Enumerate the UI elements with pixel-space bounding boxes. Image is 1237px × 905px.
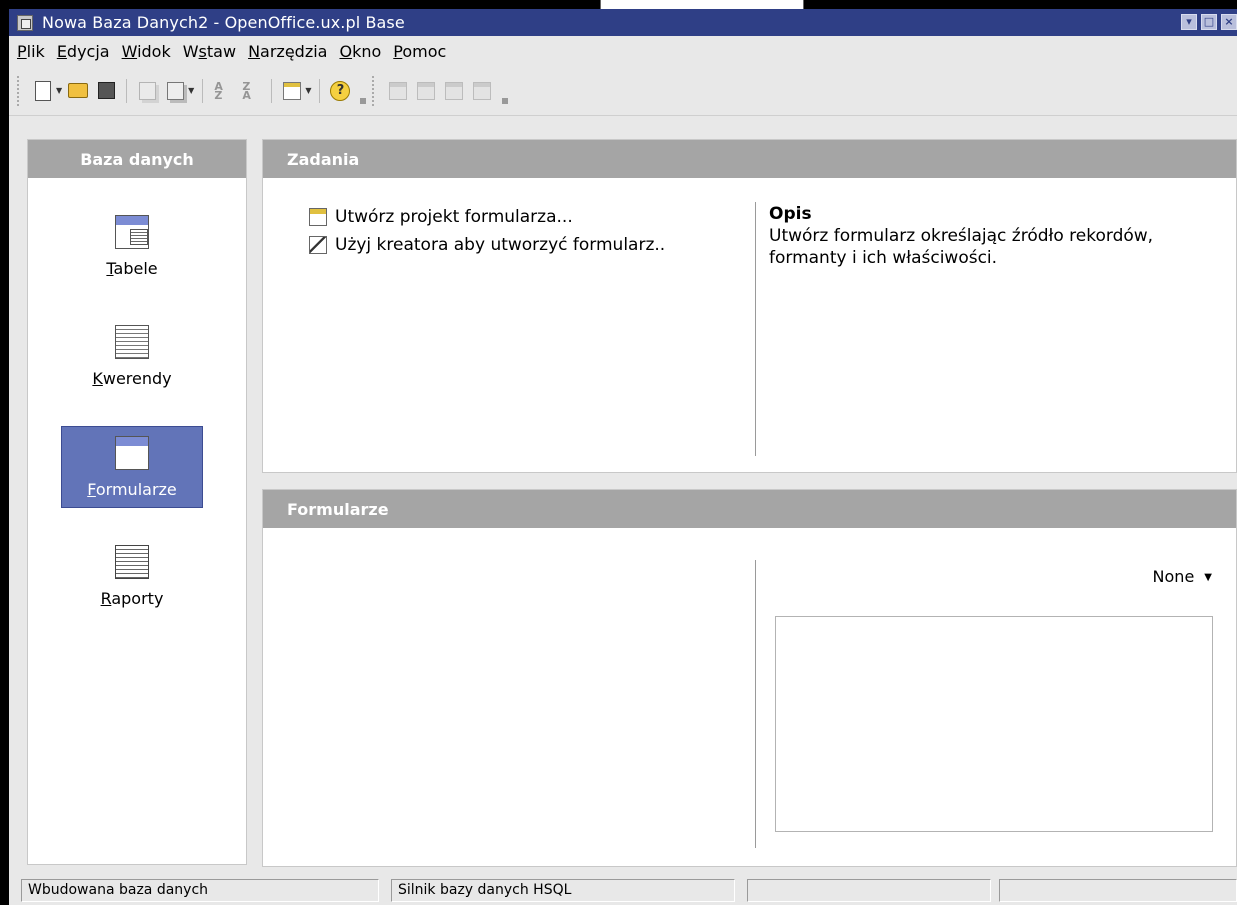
preview-select-value: None <box>1152 567 1195 586</box>
sort-ascending-icon[interactable]: AZ <box>212 80 234 102</box>
screen-top-edge <box>0 0 1237 9</box>
copy-icon[interactable] <box>136 80 158 102</box>
toolbar-separator <box>202 78 204 103</box>
app-icon[interactable] <box>17 14 33 31</box>
status-bar: Wbudowana baza danych Silnik bazy danych… <box>9 876 1237 905</box>
save-icon[interactable] <box>95 80 117 102</box>
paste-icon[interactable] <box>164 80 186 102</box>
form-view-icon[interactable] <box>415 80 437 102</box>
sort-descending-icon[interactable]: ZA <box>240 80 262 102</box>
app-window: Nowa Baza Danych2 - OpenOffice.ux.pl Bas… <box>9 9 1237 905</box>
task-list: Utwórz projekt formularza... Użyj kreato… <box>309 203 665 259</box>
description-text: Utwórz formularz określając źródło rekor… <box>769 226 1154 268</box>
task-label: Utwórz projekt formularza... <box>335 207 573 227</box>
description-title: Opis <box>769 204 812 224</box>
menu-plik[interactable]: Plik <box>11 42 51 61</box>
sidebar-item-queries[interactable]: Kwerendy <box>61 314 203 396</box>
sidebar-item-tables[interactable]: Tabele <box>61 204 203 286</box>
toolbar-separator <box>126 78 128 103</box>
tables-icon <box>115 215 149 249</box>
menu-okno[interactable]: Okno <box>333 42 387 61</box>
open-folder-icon[interactable] <box>67 80 89 102</box>
toolbar-grip[interactable] <box>372 75 376 106</box>
status-cell-empty <box>999 879 1237 902</box>
status-database-type: Wbudowana baza danych <box>21 879 379 902</box>
database-sidebar: Baza danych Tabele Kwerendy Formularze R… <box>27 139 247 865</box>
status-database-engine: Silnik bazy danych HSQL <box>391 879 735 902</box>
paste-dropdown-arrow[interactable]: ▼ <box>188 86 194 95</box>
toolbar-separator <box>319 78 321 103</box>
forms-panel: Formularze None ▼ <box>262 489 1237 867</box>
close-icon[interactable]: × <box>1221 14 1237 30</box>
sidebar-header: Baza danych <box>28 140 246 178</box>
task-description: Opis Utwórz formularz określając źródło … <box>769 203 1209 269</box>
form-preview <box>775 616 1213 832</box>
form-design-icon <box>309 208 327 226</box>
task-form-wizard[interactable]: Użyj kreatora aby utworzyć formularz.. <box>309 231 665 259</box>
sidebar-item-label: Kwerendy <box>92 369 172 388</box>
sidebar-item-label: Formularze <box>87 480 177 499</box>
forms-divider <box>755 560 756 848</box>
preview-select[interactable]: None ▼ <box>1153 567 1212 586</box>
menu-narzedzia[interactable]: Narzędzia <box>242 42 333 61</box>
window-title: Nowa Baza Danych2 - OpenOffice.ux.pl Bas… <box>42 13 405 32</box>
report-view-icon[interactable] <box>471 80 493 102</box>
tasks-header: Zadania <box>263 140 1236 178</box>
table-view-icon[interactable] <box>387 80 409 102</box>
standard-toolbar: ▼ ▼ AZ ZA ▼ ? <box>9 66 1237 116</box>
task-create-form-design[interactable]: Utwórz projekt formularza... <box>309 203 665 231</box>
new-document-icon[interactable] <box>32 80 54 102</box>
maximize-icon[interactable]: □ <box>1201 14 1217 30</box>
status-cell-empty <box>747 879 991 902</box>
forms-header: Formularze <box>263 490 1236 528</box>
sidebar-item-label: Tabele <box>106 259 158 278</box>
sidebar-item-forms[interactable]: Formularze <box>61 426 203 508</box>
sidebar-item-reports[interactable]: Raporty <box>61 534 203 616</box>
form-icon[interactable] <box>281 80 303 102</box>
forms-icon <box>115 436 149 470</box>
task-label: Użyj kreatora aby utworzyć formularz.. <box>335 235 666 255</box>
window-controls: ▾ □ × <box>1181 14 1237 30</box>
tasks-panel: Zadania Utwórz projekt formularza... Uży… <box>262 139 1237 473</box>
queries-icon <box>115 325 149 359</box>
form-wizard-icon <box>309 236 327 254</box>
menu-edycja[interactable]: Edycja <box>51 42 116 61</box>
form-dropdown-arrow[interactable]: ▼ <box>305 86 311 95</box>
query-view-icon[interactable] <box>443 80 465 102</box>
menu-widok[interactable]: Widok <box>116 42 177 61</box>
menu-wstaw[interactable]: Wstaw <box>177 42 242 61</box>
help-icon[interactable]: ? <box>329 80 351 102</box>
title-bar[interactable]: Nowa Baza Danych2 - OpenOffice.ux.pl Bas… <box>9 9 1237 36</box>
new-dropdown-arrow[interactable]: ▼ <box>56 86 62 95</box>
minimize-icon[interactable]: ▾ <box>1181 14 1197 30</box>
toolbar-overflow-icon[interactable] <box>358 78 368 104</box>
reports-icon <box>115 545 149 579</box>
toolbar-overflow-icon[interactable] <box>500 78 510 104</box>
sidebar-item-label: Raporty <box>100 589 164 608</box>
menu-pomoc[interactable]: Pomoc <box>387 42 452 61</box>
toolbar-grip[interactable] <box>17 75 21 106</box>
toolbar-separator <box>271 78 273 103</box>
menu-bar: Plik Edycja Widok Wstaw Narzędzia Okno P… <box>9 36 1237 66</box>
tasks-divider <box>755 202 756 456</box>
chevron-down-icon: ▼ <box>1204 572 1212 583</box>
background-window-edge <box>600 0 804 9</box>
